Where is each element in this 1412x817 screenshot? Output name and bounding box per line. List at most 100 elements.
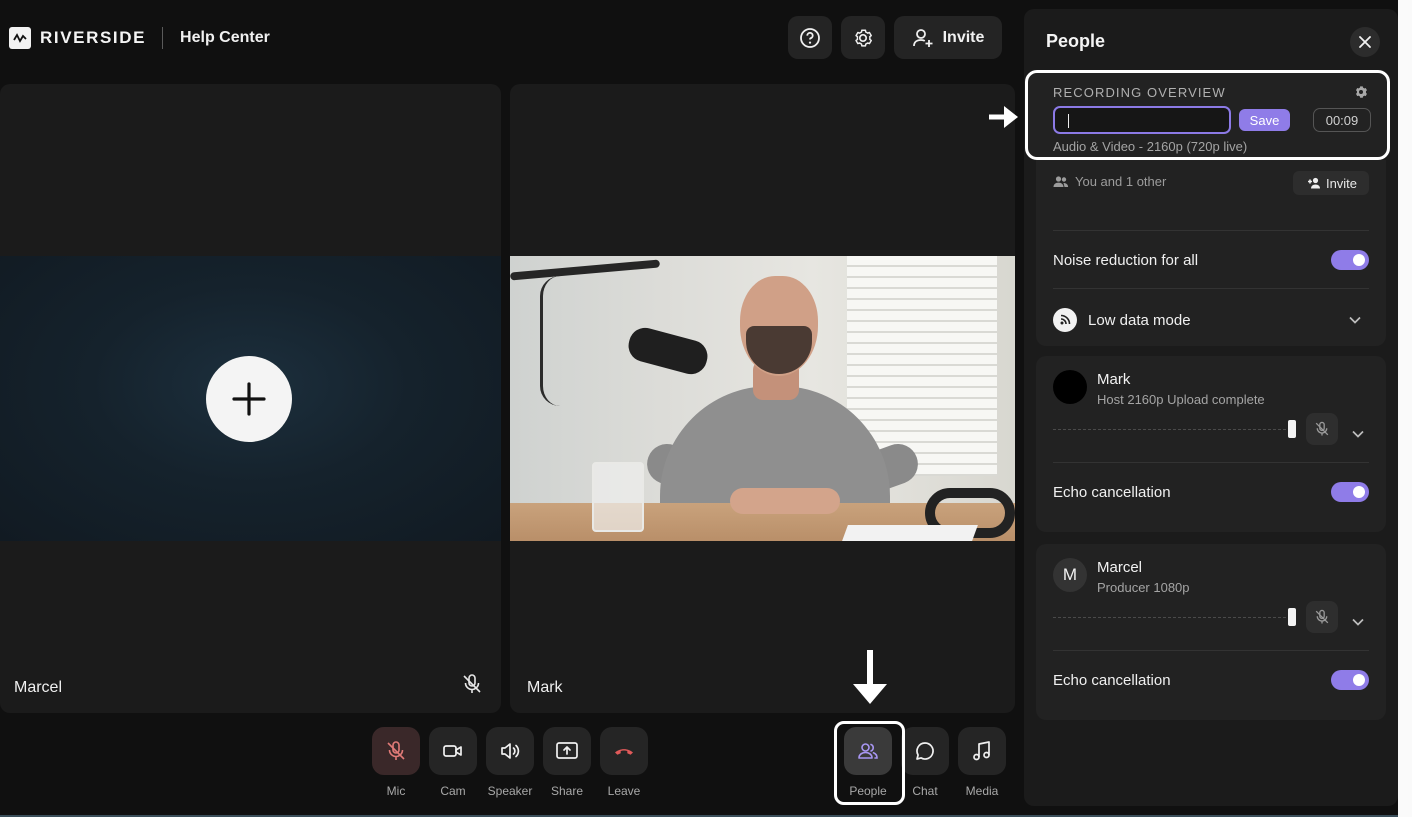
chevron-down-icon[interactable]	[1349, 311, 1361, 329]
chevron-down-icon[interactable]	[1352, 425, 1364, 443]
arrow-down-icon	[850, 648, 890, 711]
invite-label: Invite	[942, 28, 985, 46]
people-icon	[1053, 175, 1069, 187]
close-icon	[1359, 36, 1371, 48]
volume-slider-thumb[interactable]	[1288, 608, 1296, 626]
echo-cancellation-toggle[interactable]	[1331, 482, 1369, 502]
recording-name-field[interactable]	[1055, 108, 1229, 132]
help-icon	[800, 27, 820, 48]
people-highlight-frame	[834, 721, 905, 805]
share-control[interactable]: Share	[542, 727, 592, 798]
phone-hangup-icon	[615, 749, 633, 755]
participants-summary-text: You and 1 other	[1075, 174, 1167, 189]
settings-button[interactable]	[841, 16, 885, 59]
chat-icon	[916, 742, 934, 760]
help-button[interactable]	[788, 16, 832, 59]
chat-control[interactable]: Chat	[900, 727, 950, 798]
hands	[730, 488, 840, 514]
volume-slider[interactable]	[1053, 617, 1291, 618]
participant-card-marcel: M Marcel Producer 1080p Echo cancellatio…	[1036, 544, 1386, 720]
recording-timer: 00:09	[1313, 108, 1371, 132]
mic-button[interactable]	[372, 727, 420, 775]
gear-icon[interactable]	[1353, 84, 1369, 105]
volume-slider[interactable]	[1053, 429, 1291, 430]
recording-overview: RECORDING OVERVIEW Save 00:09 Audio & Vi…	[1025, 70, 1390, 160]
mute-participant-button[interactable]	[1306, 601, 1338, 633]
control-label: Cam	[440, 784, 466, 798]
page-edge	[1398, 0, 1412, 817]
echo-cancellation-toggle[interactable]	[1331, 670, 1369, 690]
help-center-link[interactable]: Help Center	[180, 29, 270, 47]
volume-slider-thumb[interactable]	[1288, 420, 1296, 438]
session-settings: You and 1 other Invite Noise reduction f…	[1036, 160, 1386, 346]
mic-cable	[540, 276, 580, 406]
control-label: Speaker	[487, 784, 533, 798]
tile-name: Marcel	[14, 679, 63, 696]
noise-reduction-toggle[interactable]	[1331, 250, 1369, 270]
media-button[interactable]	[958, 727, 1006, 775]
divider	[1053, 288, 1369, 289]
gear-icon	[855, 28, 872, 47]
recording-overview-title: RECORDING OVERVIEW	[1053, 85, 1226, 100]
mute-participant-button[interactable]	[1306, 413, 1338, 445]
add-camera-button[interactable]	[206, 356, 292, 442]
control-label: Leave	[607, 784, 641, 798]
chevron-down-icon[interactable]	[1352, 613, 1364, 631]
speaker-control[interactable]: Speaker	[485, 727, 535, 798]
music-note-icon	[973, 741, 990, 761]
brand-divider	[162, 27, 164, 49]
low-data-mode-row[interactable]: Low data mode	[1053, 307, 1369, 333]
cam-button[interactable]	[429, 727, 477, 775]
share-button[interactable]	[543, 727, 591, 775]
control-label: Chat	[912, 784, 938, 798]
divider	[1053, 650, 1369, 651]
close-button[interactable]	[1350, 27, 1380, 57]
divider	[1053, 230, 1369, 231]
control-label: Media	[965, 784, 999, 798]
arrow-right-icon	[987, 104, 1019, 135]
invite-small-label: Invite	[1325, 175, 1358, 191]
participant-tile-mark[interactable]: Mark	[510, 84, 1015, 713]
low-data-mode-label: Low data mode	[1088, 311, 1191, 329]
chat-button[interactable]	[901, 727, 949, 775]
avatar: M	[1053, 558, 1087, 592]
podcast-microphone	[624, 324, 712, 378]
leave-control[interactable]: Leave	[599, 727, 649, 798]
camera-icon	[443, 745, 462, 757]
participant-meta: Host 2160p Upload complete	[1097, 392, 1265, 407]
speaker-icon	[501, 743, 520, 759]
invite-small-button[interactable]: Invite	[1293, 171, 1369, 195]
control-label: Share	[550, 784, 584, 798]
divider	[1053, 462, 1369, 463]
text-caret	[1068, 114, 1069, 128]
noise-reduction-row: Noise reduction for all	[1053, 250, 1369, 270]
cam-control[interactable]: Cam	[428, 727, 478, 798]
control-label: Mic	[386, 784, 406, 798]
save-button[interactable]: Save	[1239, 109, 1290, 131]
mic-arm	[510, 259, 661, 281]
mic-control[interactable]: Mic	[371, 727, 421, 798]
participant-meta: Producer 1080p	[1097, 580, 1190, 595]
mic-off-icon	[1315, 609, 1329, 624]
echo-cancellation-label: Echo cancellation	[1053, 671, 1171, 689]
tile-name: Mark	[527, 679, 563, 696]
recording-name-input[interactable]	[1053, 106, 1231, 134]
participant-name: Mark	[1097, 371, 1131, 388]
participant-card-mark: Mark Host 2160p Upload complete Echo can…	[1036, 356, 1386, 532]
panel-title: People	[1046, 31, 1106, 51]
mic-off-icon	[387, 741, 405, 760]
brand[interactable]: RIVERSIDE Help Center	[9, 27, 270, 49]
plus-icon	[232, 382, 266, 416]
add-person-icon	[912, 28, 933, 47]
add-person-icon	[1307, 177, 1320, 189]
avatar	[1053, 370, 1087, 404]
recording-format: Audio & Video - 2160p (720p live)	[1053, 139, 1248, 154]
leave-button[interactable]	[600, 727, 648, 775]
invite-button[interactable]: Invite	[894, 16, 1002, 59]
participant-tile-marcel[interactable]: Marcel	[0, 84, 501, 713]
share-screen-icon	[556, 742, 578, 759]
water-glass	[592, 462, 644, 532]
speaker-button[interactable]	[486, 727, 534, 775]
media-control[interactable]: Media	[957, 727, 1007, 798]
echo-cancellation-row: Echo cancellation	[1053, 482, 1369, 502]
